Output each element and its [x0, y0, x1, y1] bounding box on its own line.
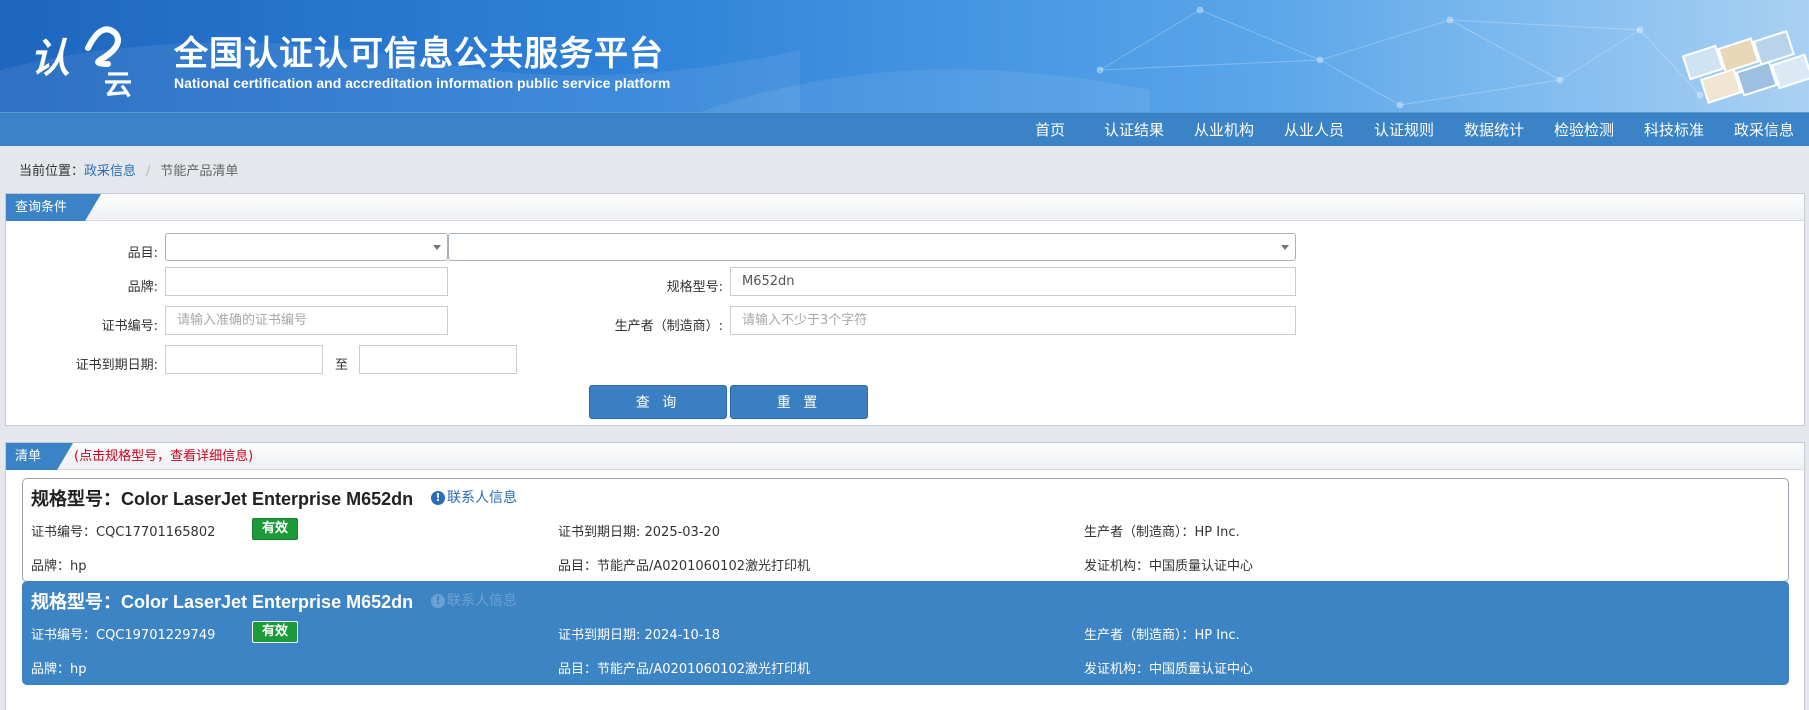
main-nav: 首页 认证结果 从业机构 从业人员 认证规则 数据统计 检验检测 科技标准 政采… [0, 112, 1809, 146]
brand-label: 品牌: [127, 280, 158, 295]
nav-cert-results[interactable]: 认证结果 [1089, 113, 1179, 147]
header-banner: 认 云 全国认证认可信息公共服务平台 National certificatio… [0, 0, 1809, 112]
nav-procurement[interactable]: 政采信息 [1719, 113, 1809, 147]
producer-label: 生产者（制造商）: [614, 319, 723, 334]
category: 品目：节能产品/A0201060102激光打印机 [558, 559, 810, 574]
producer: 生产者（制造商）：HP Inc. [1084, 628, 1240, 643]
model-name: Color LaserJet Enterprise M652dn [121, 489, 414, 509]
nav-institutions[interactable]: 从业机构 [1179, 113, 1269, 147]
breadcrumb-separator: / [146, 164, 151, 179]
status-badge: 有效 [252, 518, 299, 540]
contact-info-label: 联系人信息 [447, 490, 517, 506]
result-card[interactable]: 规格型号：Color LaserJet Enterprise M652dn ! 联… [22, 478, 1789, 582]
result-card-selected[interactable]: 规格型号：Color LaserJet Enterprise M652dn ! 联… [22, 581, 1789, 685]
nav-statistics[interactable]: 数据统计 [1449, 113, 1539, 147]
issuer: 发证机构：中国质量认证中心 [1084, 662, 1254, 677]
nav-personnel[interactable]: 从业人员 [1269, 113, 1359, 147]
expiry-label: 证书到期日期: [75, 358, 158, 373]
breadcrumb-current: 节能产品清单 [160, 164, 239, 179]
cert-expiry: 证书到期日期: 2025-03-20 [558, 525, 721, 540]
site-logo[interactable]: 认 云 [24, 14, 144, 98]
search-button[interactable]: 查 询 [589, 385, 727, 419]
issuer: 发证机构：中国质量认证中心 [1084, 559, 1254, 574]
model-prefix: 规格型号： [31, 489, 121, 509]
result-model-title[interactable]: 规格型号：Color LaserJet Enterprise M652dn [31, 485, 413, 511]
status-badge: 有效 [252, 621, 299, 643]
brand-input[interactable] [165, 267, 448, 296]
brand: 品牌：hp [31, 559, 87, 574]
model-name: Color LaserJet Enterprise M652dn [121, 592, 414, 612]
category-select-primary[interactable] [165, 233, 448, 261]
model-label: 规格型号: [666, 280, 723, 295]
expiry-to-input[interactable] [359, 345, 517, 374]
nav-cert-rules[interactable]: 认证规则 [1359, 113, 1449, 147]
producer: 生产者（制造商）：HP Inc. [1084, 525, 1240, 540]
cert-number: 证书编号：CQC19701229749 [31, 628, 216, 643]
category: 品目：节能产品/A0201060102激光打印机 [558, 662, 810, 677]
site-subtitle: National certification and accreditation… [174, 75, 671, 91]
query-panel-header: 查询条件 [6, 194, 1804, 221]
cert-expiry: 证书到期日期: 2024-10-18 [558, 628, 721, 643]
cert-number: 证书编号：CQC17701165802 [31, 525, 216, 540]
brand: 品牌：hp [31, 662, 87, 677]
breadcrumb: 当前位置：政采信息 / 节能产品清单 [19, 160, 238, 179]
contact-info-link[interactable]: ! 联系人信息 [431, 590, 517, 610]
reset-button[interactable]: 重 置 [730, 385, 868, 419]
producer-input[interactable] [730, 306, 1296, 335]
chevron-down-icon [433, 245, 441, 250]
cert-no-label: 证书编号: [101, 319, 158, 334]
breadcrumb-parent-link[interactable]: 政采信息 [84, 164, 136, 179]
breadcrumb-prefix: 当前位置： [19, 164, 85, 179]
nav-tech-standards[interactable]: 科技标准 [1629, 113, 1719, 147]
results-panel-title: 清单 [6, 443, 73, 470]
category-label: 品目: [127, 246, 158, 261]
category-select-secondary[interactable] [448, 233, 1296, 261]
svg-text:云: 云 [104, 68, 132, 98]
site-title: 全国认证认可信息公共服务平台 [174, 34, 664, 74]
nav-home[interactable]: 首页 [1011, 113, 1089, 147]
info-icon: ! [431, 594, 445, 608]
chevron-down-icon [1281, 245, 1289, 250]
result-model-title[interactable]: 规格型号：Color LaserJet Enterprise M652dn [31, 588, 413, 614]
results-panel-header: 清单 (点击规格型号，查看详细信息) [6, 443, 1804, 470]
expiry-to-label: 至 [335, 358, 349, 373]
banner-photo-strip [1681, 29, 1809, 104]
contact-info-label: 联系人信息 [447, 593, 517, 609]
results-hint: (点击规格型号，查看详细信息) [74, 449, 254, 464]
svg-text:认: 认 [30, 35, 70, 82]
expiry-from-input[interactable] [165, 345, 323, 374]
query-panel-title: 查询条件 [6, 194, 101, 221]
model-input[interactable] [730, 267, 1296, 296]
nav-inspection[interactable]: 检验检测 [1539, 113, 1629, 147]
cert-no-input[interactable] [165, 306, 448, 335]
query-panel: 查询条件 品目: 品牌: 规格型号: 证书编号: 生产者（制造商）: 证书到期日… [5, 193, 1805, 426]
contact-info-link[interactable]: ! 联系人信息 [431, 487, 517, 507]
model-prefix: 规格型号： [31, 592, 121, 612]
info-icon: ! [431, 491, 445, 505]
